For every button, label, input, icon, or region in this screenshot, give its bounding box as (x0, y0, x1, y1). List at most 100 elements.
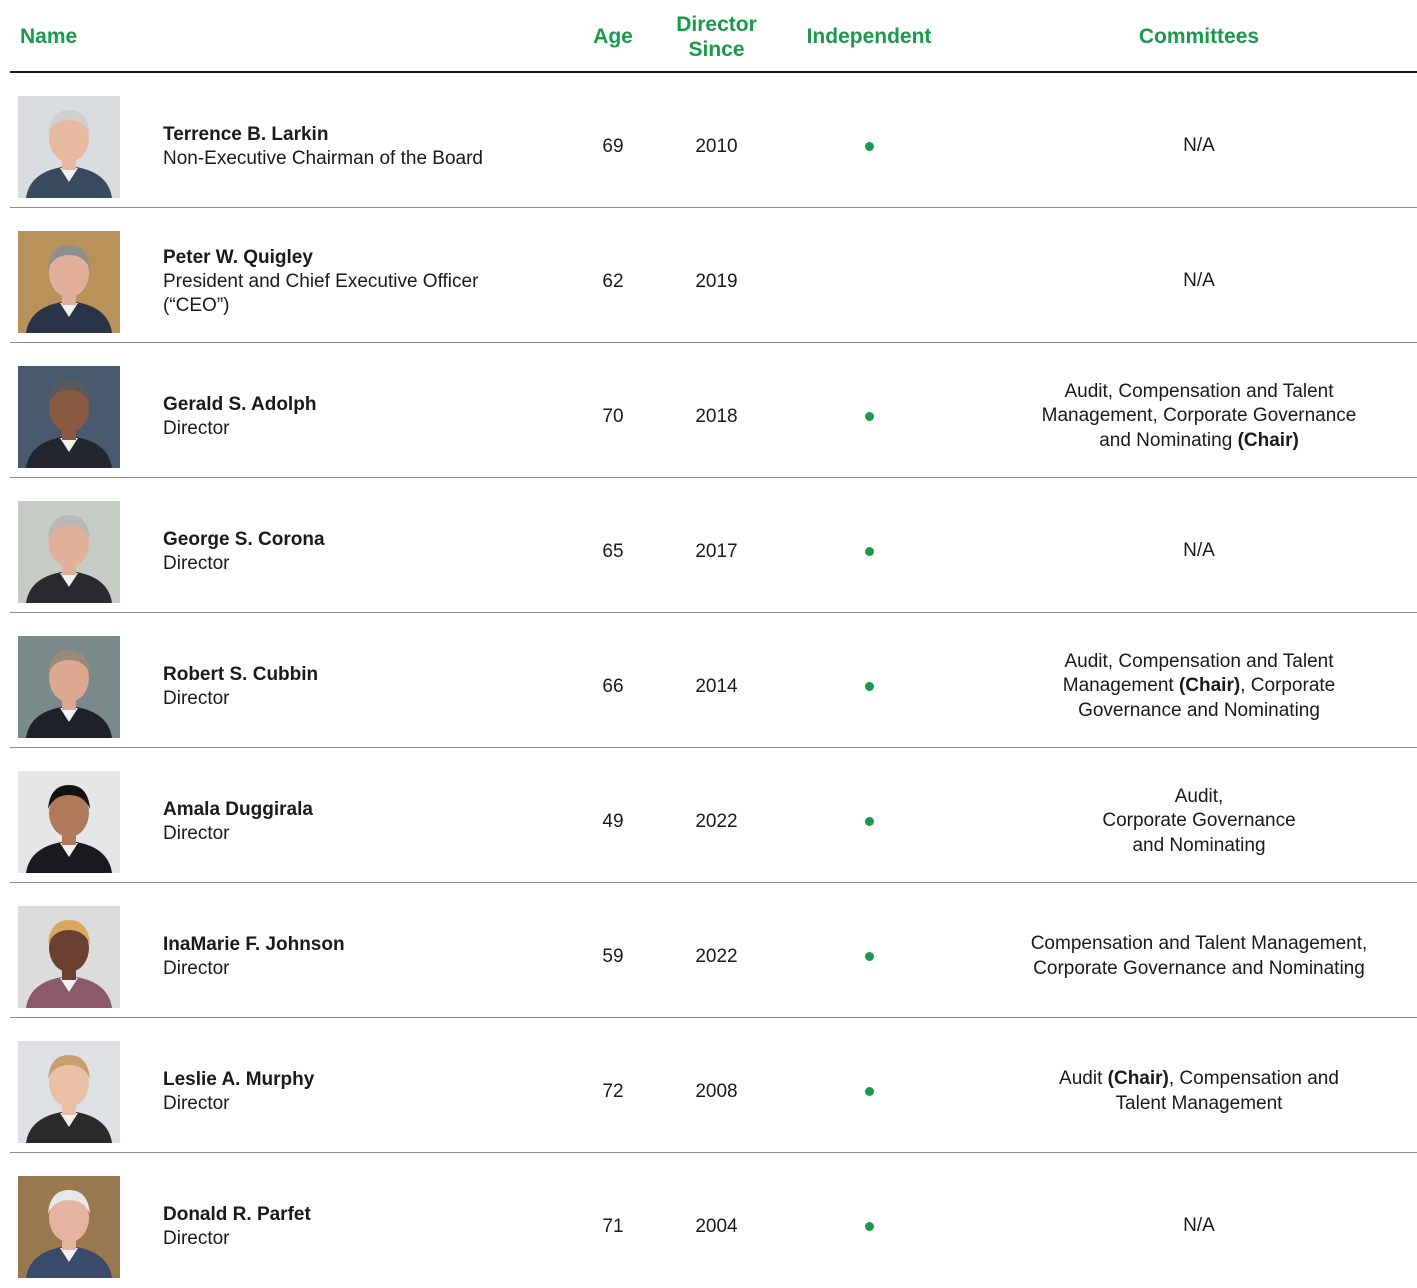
committees-cell: Audit (Chair), Compensation and Talent M… (1000, 1018, 1398, 1153)
director-age: 71 (602, 1215, 624, 1237)
director-name-cell: Donald R. Parfet Director (163, 1153, 543, 1288)
committees-cell: Audit, Compensation and Talent Managemen… (1000, 343, 1398, 478)
header-committees: Committees (1138, 25, 1260, 48)
header-age: Age (593, 25, 633, 48)
director-age: 66 (602, 675, 624, 697)
committee-text: N/A (1183, 135, 1215, 157)
committees-cell: N/A (1000, 73, 1398, 208)
director-title: Director (163, 957, 230, 979)
director-age: 59 (602, 945, 624, 967)
independent-cell (790, 208, 948, 343)
director-since: 2014 (695, 675, 738, 697)
director-age: 72 (602, 1080, 624, 1102)
board-of-directors-table: Name Age Director Since Independent Comm… (10, 0, 1417, 1288)
director-age: 70 (602, 405, 624, 427)
header-director-since-line2: Since (688, 38, 745, 61)
portrait-image (18, 906, 120, 1008)
committee-chair-label: (Chair) (1107, 1068, 1169, 1089)
header-director-since: Director Since (665, 12, 768, 62)
portrait-image (18, 231, 120, 333)
director-photo (18, 231, 120, 333)
committees-text: Audit, Corporate Governance and Nominating (1102, 785, 1295, 859)
director-title: Director (163, 687, 230, 709)
director-name-cell: Peter W. Quigley President and Chief Exec… (163, 208, 543, 343)
director-title: Director (163, 552, 230, 574)
director-since: 2019 (695, 270, 738, 292)
director-name: George S. Corona (163, 528, 325, 550)
committees-cell: N/A (1000, 478, 1398, 613)
table-row: George S. Corona Director 65 2017 N/A (10, 478, 1417, 613)
director-photo (18, 1041, 120, 1143)
committees-cell: Compensation and Talent Management, Corp… (1000, 883, 1398, 1018)
portrait-image (18, 96, 120, 198)
committees-cell: N/A (1000, 1153, 1398, 1288)
table-row: Robert S. Cubbin Director 66 2014 Audit, Com… (10, 613, 1417, 748)
committees-text: N/A (1183, 269, 1215, 294)
director-title: Non-Executive Chairman of the Board (163, 147, 483, 169)
independent-dot-icon (864, 1087, 874, 1096)
header-name: Name (20, 25, 78, 48)
director-title: President and Chief Executive Officer (“… (163, 270, 479, 316)
committees-text: N/A (1183, 1214, 1215, 1239)
table-row: Peter W. Quigley President and Chief Exec… (10, 208, 1417, 343)
director-age: 69 (602, 135, 624, 157)
portrait-image (18, 1176, 120, 1278)
portrait-image (18, 771, 120, 873)
director-name: Peter W. Quigley (163, 246, 313, 268)
table-body: Terrence B. Larkin Non-Executive Chairman… (10, 73, 1417, 1288)
table-row: Terrence B. Larkin Non-Executive Chairman… (10, 73, 1417, 208)
director-age: 49 (602, 810, 624, 832)
independent-dot-icon (864, 142, 874, 151)
director-since: 2022 (695, 810, 738, 832)
header-director-since-line1: Director (676, 13, 757, 36)
committee-text: N/A (1183, 270, 1215, 292)
committee-chair-label: (Chair) (1178, 675, 1241, 697)
independent-dot-icon (864, 817, 874, 826)
director-name-cell: Leslie A. Murphy Director (163, 1018, 543, 1153)
portrait-image (18, 636, 120, 738)
director-name-cell: Gerald S. Adolph Director (163, 343, 543, 478)
director-since: 2004 (695, 1215, 738, 1237)
independent-cell (790, 613, 948, 748)
director-photo (18, 771, 120, 873)
director-name: Donald R. Parfet (163, 1203, 311, 1225)
committee-text: Audit, Compensation and Talent Managemen… (1041, 380, 1357, 451)
table-row: Donald R. Parfet Director 71 2004 N/A (10, 1153, 1417, 1288)
director-name: Robert S. Cubbin (163, 663, 319, 685)
independent-dot-icon (864, 412, 874, 421)
committees-text: N/A (1183, 134, 1215, 159)
director-title: Director (163, 822, 230, 844)
director-photo (18, 366, 120, 468)
committee-text: Audit, (1174, 785, 1224, 807)
independent-cell (790, 883, 948, 1018)
director-age: 62 (602, 270, 624, 292)
independent-cell (790, 1018, 948, 1153)
independent-dot-icon (864, 682, 874, 691)
director-photo (18, 501, 120, 603)
independent-dot-icon (864, 547, 874, 556)
committees-text: Compensation and Talent Management, Corp… (1024, 932, 1374, 981)
director-name-cell: Robert S. Cubbin Director (163, 613, 543, 748)
independent-dot-icon (864, 1222, 874, 1231)
director-name-cell: Terrence B. Larkin Non-Executive Chairman… (163, 73, 543, 208)
table-row: Amala Duggirala Director 49 2022 Audit, Corpo… (10, 748, 1417, 883)
independent-cell (790, 478, 948, 613)
table-row: Gerald S. Adolph Director 70 2018 Audit, Com… (10, 343, 1417, 478)
director-age: 65 (602, 540, 624, 562)
director-title: Director (163, 417, 230, 439)
independent-cell (790, 73, 948, 208)
director-name: InaMarie F. Johnson (163, 933, 345, 955)
director-photo (18, 96, 120, 198)
portrait-image (18, 366, 120, 468)
committee-text: Compensation and Talent Management, Corp… (1030, 933, 1368, 979)
director-title: Director (163, 1227, 230, 1249)
director-photo (18, 906, 120, 1008)
director-since: 2018 (695, 405, 738, 427)
director-name-cell: George S. Corona Director (163, 478, 543, 613)
director-photo (18, 636, 120, 738)
director-since: 2008 (695, 1080, 738, 1102)
independent-cell (790, 1153, 948, 1288)
director-name: Terrence B. Larkin (163, 123, 329, 145)
committees-cell: N/A (1000, 208, 1398, 343)
independent-cell (790, 343, 948, 478)
